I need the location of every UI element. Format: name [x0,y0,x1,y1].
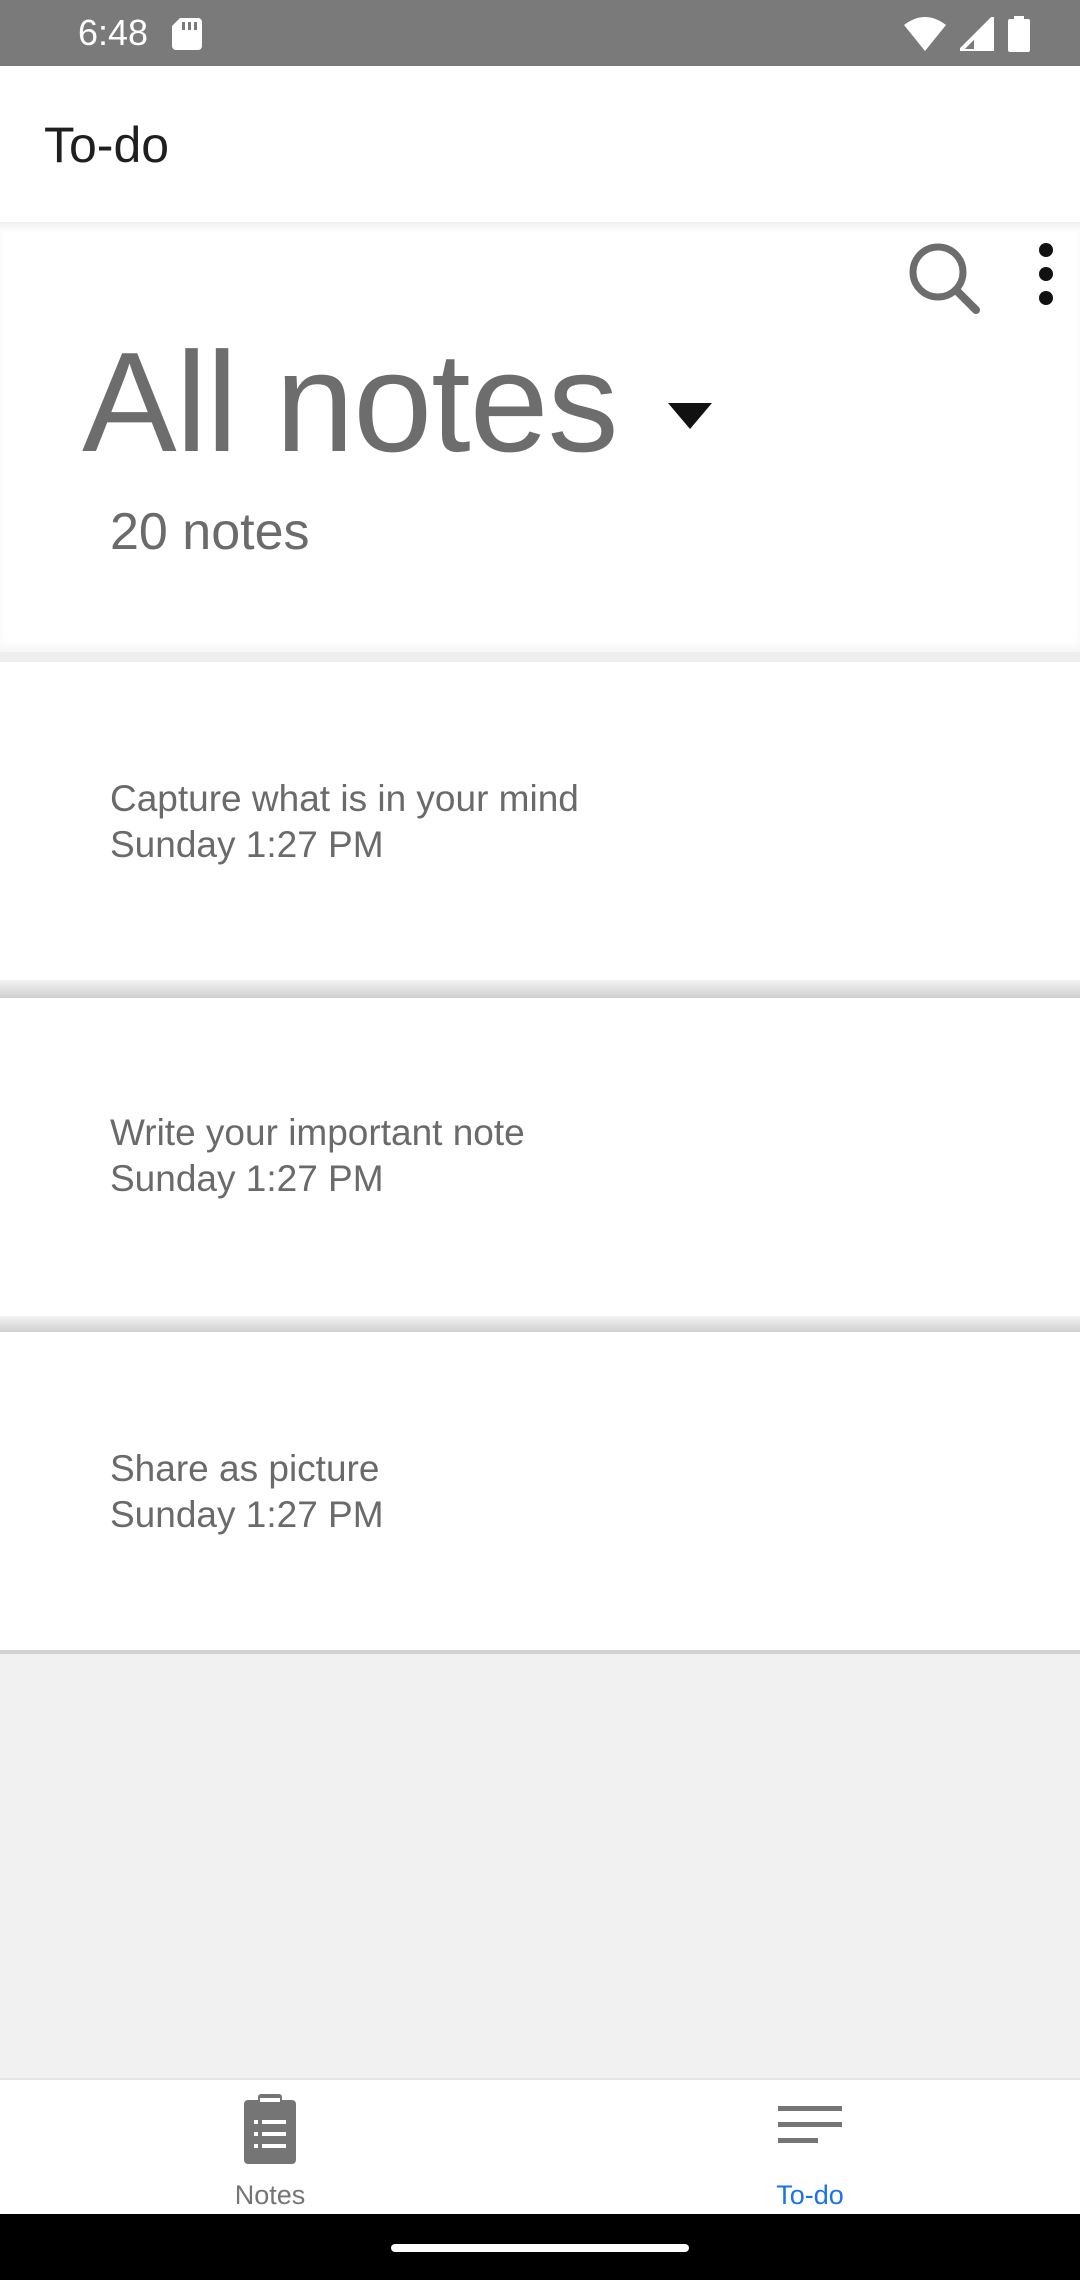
nav-label-todo: To-do [776,2180,844,2210]
clipboard-icon [244,2094,296,2164]
note-card[interactable]: Capture what is in your mind Sunday 1:27… [0,662,1080,980]
sd-card-icon [172,18,202,50]
note-date: Sunday 1:27 PM [110,1158,384,1199]
note-title: Share as picture [110,1448,380,1489]
divider [0,652,1080,662]
wifi-icon [904,17,946,51]
list-icon [778,2106,842,2143]
divider [0,1316,1080,1332]
status-bar: 6:48 [0,0,1080,66]
notes-filter[interactable]: All notes [82,332,720,474]
nav-item-notes[interactable]: Notes [0,2080,540,2216]
note-title: Write your important note [110,1112,525,1153]
notes-count: 20 notes [110,503,310,561]
note-card[interactable]: Share as picture Sunday 1:27 PM [0,1332,1080,1650]
notes-header: All notes 20 notes [0,222,1080,652]
status-time: 6:48 [78,12,149,53]
note-card[interactable]: Write your important note Sunday 1:27 PM [0,998,1080,1316]
search-icon[interactable] [900,232,990,322]
note-title: Capture what is in your mind [110,778,579,819]
app-bar: To-do [0,66,1080,222]
signal-icon [960,17,994,51]
divider [0,980,1080,998]
home-handle[interactable] [391,2244,689,2252]
note-date: Sunday 1:27 PM [110,1494,384,1535]
bottom-navigation: Notes To-do [0,2078,1080,2214]
nav-label-notes: Notes [234,2180,306,2210]
app-title: To-do [44,117,170,173]
note-date: Sunday 1:27 PM [110,824,384,865]
gesture-navigation-bar [0,2214,1080,2280]
dropdown-arrow-icon[interactable] [660,397,720,437]
notes-heading: All notes [82,323,619,482]
divider [0,1650,1080,1654]
nav-item-todo[interactable]: To-do [540,2080,1080,2216]
battery-icon [1008,16,1030,52]
more-vert-icon[interactable] [1020,232,1070,322]
